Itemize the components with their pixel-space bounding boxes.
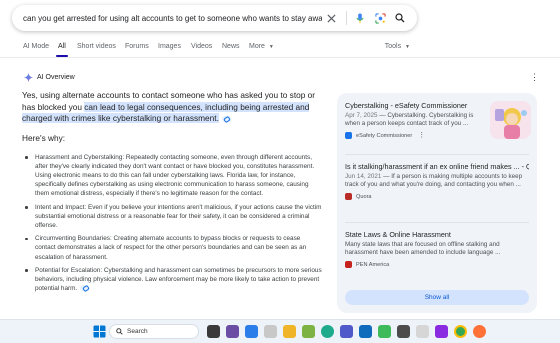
source-thumbnail[interactable]	[490, 101, 531, 139]
search-box[interactable]: can you get arrested for using alt accou…	[12, 5, 417, 31]
list-item-title: Circumventing Boundaries:	[35, 235, 112, 243]
firefox-browser-icon[interactable]	[473, 325, 486, 338]
app-icon[interactable]	[378, 325, 391, 338]
source-card[interactable]: Is it stalking/harassment if an ex onlin…	[345, 162, 529, 201]
list-item: Potential for Escalation: Cyberstalking …	[22, 266, 322, 294]
chrome-browser-icon[interactable]	[454, 325, 467, 338]
app-icon[interactable]	[245, 325, 258, 338]
taskbar-search-label: Search	[127, 328, 148, 335]
task-view-icon[interactable]	[207, 325, 220, 338]
app-icon[interactable]	[397, 325, 410, 338]
search-input[interactable]: can you get arrested for using alt accou…	[12, 14, 322, 23]
source-card[interactable]: State Laws & Online Harassment Many stat…	[345, 230, 529, 269]
lens-icon[interactable]	[371, 9, 389, 27]
divider	[345, 222, 529, 223]
source-card[interactable]: Cyberstalking - eSafety Commissioner Apr…	[345, 101, 485, 140]
list-item-title: Intent and Impact:	[35, 203, 87, 211]
file-explorer-icon[interactable]	[283, 325, 296, 338]
reasons-list: Harassment and Cyberstalking: Repeatedly…	[22, 153, 322, 294]
microphone-icon[interactable]	[351, 9, 369, 27]
search-tabs: AI Mode All Short videos Forums Images V…	[0, 40, 560, 58]
source-date: Apr 7, 2025	[345, 112, 378, 119]
windows-start-icon[interactable]	[93, 325, 106, 338]
app-icon[interactable]	[416, 325, 429, 338]
list-item: Intent and Impact: Even if you believe y…	[22, 203, 322, 231]
tab-ai-mode[interactable]: AI Mode	[23, 43, 49, 50]
chevron-down-icon: ▼	[268, 44, 274, 50]
app-icon[interactable]	[226, 325, 239, 338]
source-snippet: Jun 14, 2021 — If a person is making mul…	[345, 173, 529, 189]
divider	[345, 154, 529, 155]
more-options-icon[interactable]: ⋮	[418, 132, 425, 139]
tab-videos[interactable]: Videos	[191, 43, 212, 50]
gemini-sparkle-icon	[24, 73, 33, 82]
why-heading: Here's why:	[22, 132, 66, 143]
source-snippet: Apr 7, 2025 — Cyberstalking. Cyberstalki…	[345, 112, 485, 128]
tab-forums[interactable]: Forums	[125, 43, 149, 50]
source-site: Quora	[345, 193, 529, 201]
tab-images[interactable]: Images	[158, 43, 181, 50]
tab-short-videos[interactable]: Short videos	[77, 43, 116, 50]
tab-more-label: More	[249, 43, 265, 50]
list-item: Harassment and Cyberstalking: Repeatedly…	[22, 153, 322, 199]
app-icon[interactable]	[435, 325, 448, 338]
source-title[interactable]: State Laws & Online Harassment	[345, 230, 529, 239]
source-site-name: Quora	[356, 193, 372, 200]
edge-browser-icon[interactable]	[321, 325, 334, 338]
app-icon[interactable]	[264, 325, 277, 338]
list-item-title: Harassment and Cyberstalking:	[35, 153, 125, 161]
search-icon	[116, 328, 123, 335]
tab-news[interactable]: News	[222, 43, 240, 50]
quora-favicon-icon	[345, 193, 352, 201]
source-date: Jun 14, 2021	[345, 173, 382, 180]
search-divider	[346, 11, 347, 25]
search-icon[interactable]	[391, 9, 409, 27]
teams-icon[interactable]	[340, 325, 353, 338]
taskbar: Search	[0, 319, 560, 343]
clear-icon[interactable]	[322, 9, 340, 27]
ai-overview-answer: Yes, using alternate accounts to contact…	[22, 90, 322, 297]
tools-button[interactable]: Tools ▼	[385, 43, 410, 50]
taskbar-search[interactable]: Search	[109, 324, 199, 339]
source-site: PEN America	[345, 261, 529, 269]
pen-america-favicon-icon	[345, 261, 352, 269]
source-site-name: PEN America	[356, 261, 390, 268]
list-item: Circumventing Boundaries: Creating alter…	[22, 234, 322, 262]
source-snippet-text: Many state laws that are focused on offl…	[345, 241, 501, 257]
source-snippet: Many state laws that are focused on offl…	[345, 241, 529, 257]
source-site: eSafety Commissioner ⋮	[345, 132, 485, 140]
answer-lead: Yes, using alternate accounts to contact…	[22, 90, 322, 125]
sources-panel: Cyberstalking - eSafety Commissioner Apr…	[337, 93, 537, 313]
source-link-icon[interactable]	[80, 285, 90, 292]
source-title[interactable]: Is it stalking/harassment if an ex onlin…	[345, 162, 529, 171]
tab-more[interactable]: More ▼	[249, 43, 274, 50]
chevron-down-icon: ▼	[405, 44, 410, 50]
list-item-title: Potential for Escalation:	[35, 266, 103, 274]
tab-all[interactable]: All	[56, 43, 68, 57]
esafety-favicon-icon	[345, 132, 352, 140]
source-site-name: eSafety Commissioner	[356, 132, 413, 139]
app-icon[interactable]	[359, 325, 372, 338]
tools-label: Tools	[384, 43, 402, 50]
show-all-button[interactable]: Show all	[345, 290, 529, 305]
source-title[interactable]: Cyberstalking - eSafety Commissioner	[345, 101, 485, 110]
app-icon[interactable]	[302, 325, 315, 338]
more-options-icon[interactable]: ⋮	[530, 73, 539, 82]
ai-overview-header: AI Overview	[24, 73, 75, 82]
source-link-icon[interactable]	[221, 115, 231, 122]
ai-overview-title: AI Overview	[37, 74, 75, 81]
